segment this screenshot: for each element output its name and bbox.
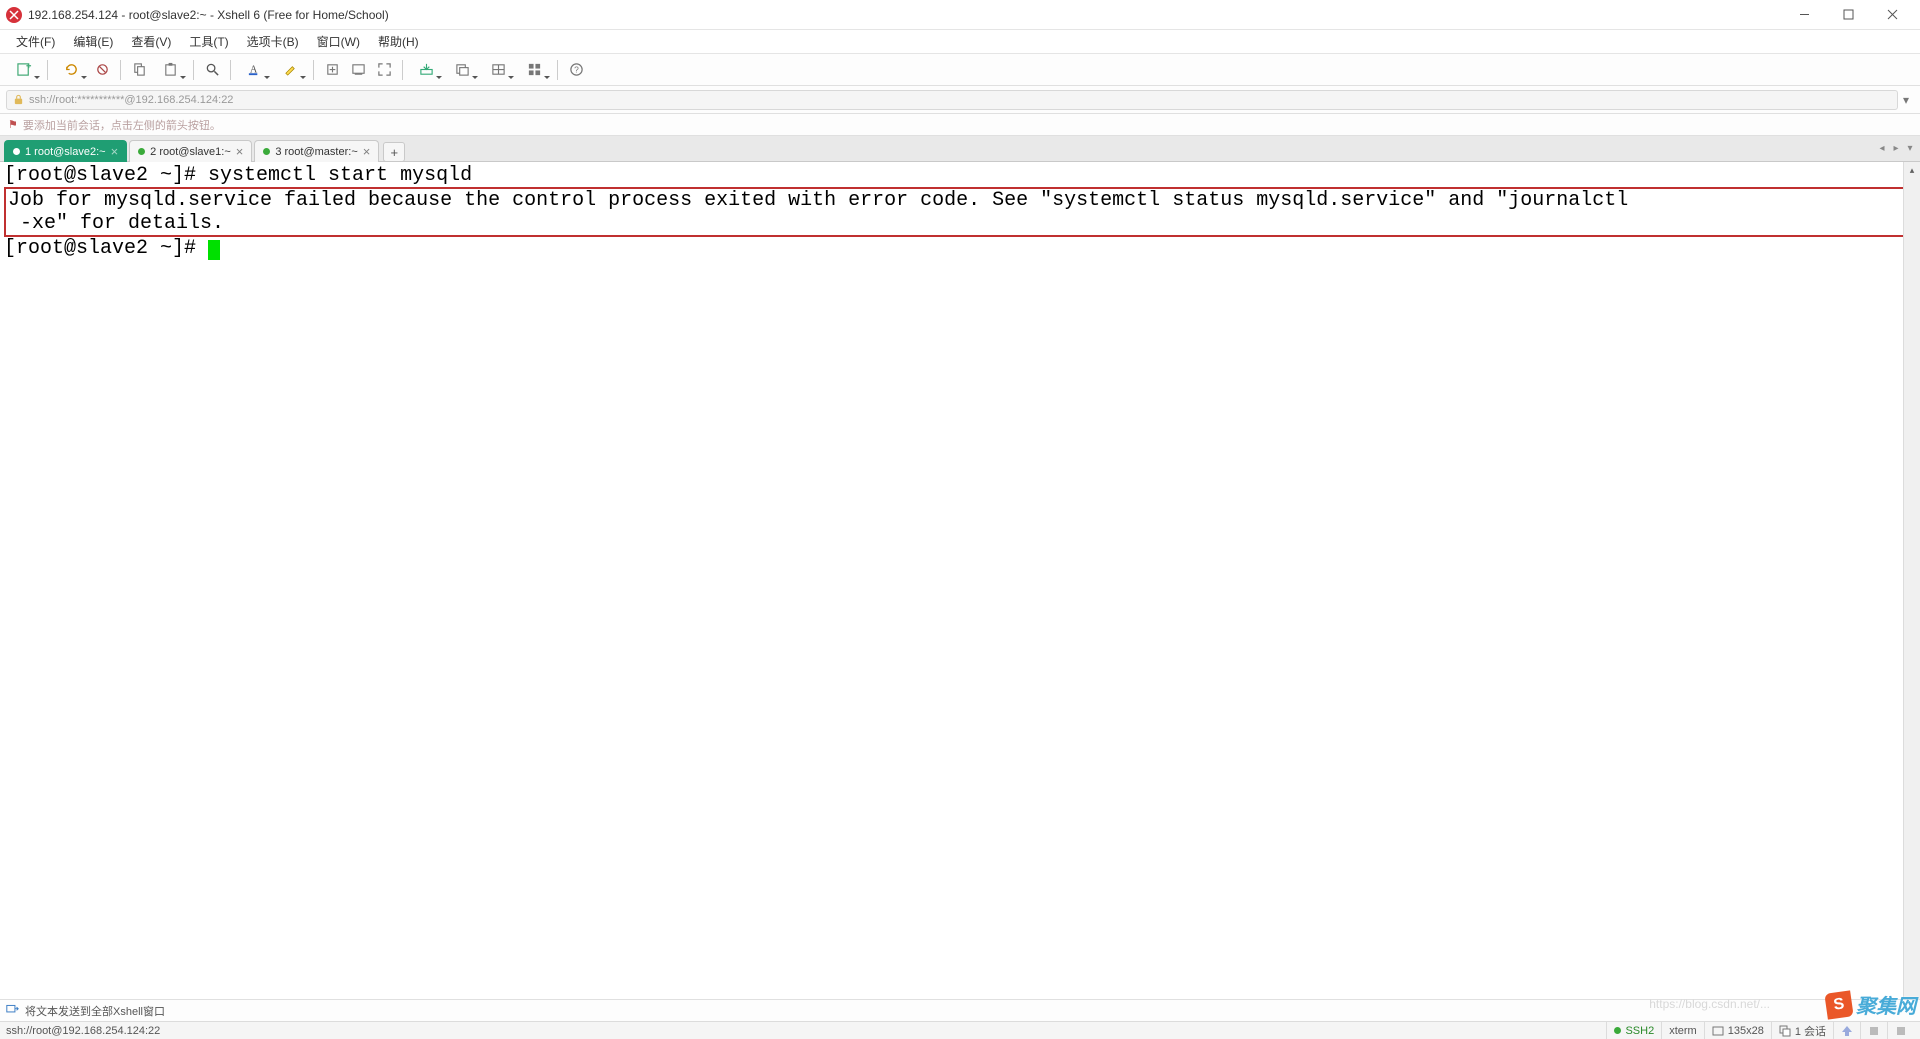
indicator-icon [1895, 1025, 1907, 1037]
hint-text: 要添加当前会话，点击左侧的箭头按钮。 [23, 117, 221, 133]
toolbar-separator [120, 60, 121, 80]
terminal-scrollbar[interactable]: ▴ [1903, 162, 1920, 999]
status-num [1860, 1022, 1887, 1039]
new-session-button[interactable] [7, 58, 41, 82]
tabstrip: 1 root@slave2:~ × 2 root@slave1:~ × 3 ro… [0, 136, 1920, 162]
menu-help[interactable]: 帮助(H) [370, 31, 427, 52]
find-button[interactable] [200, 58, 224, 82]
terminal[interactable]: [root@slave2 ~]# systemctl start mysqld … [0, 162, 1920, 999]
font-color-button[interactable]: A [237, 58, 271, 82]
close-button[interactable] [1870, 1, 1914, 29]
indicator-icon [1841, 1025, 1853, 1037]
transfer-button[interactable] [409, 58, 443, 82]
window-titlebar: 192.168.254.124 - root@slave2:~ - Xshell… [0, 0, 1920, 30]
tabstrip-nav: ◂ ▸ ▾ [1872, 136, 1920, 161]
reconnect-button[interactable] [54, 58, 88, 82]
paste-button[interactable] [153, 58, 187, 82]
menu-view[interactable]: 查看(V) [123, 31, 179, 52]
app-icon [6, 7, 22, 23]
minimize-button[interactable] [1782, 1, 1826, 29]
status-size: 135x28 [1704, 1022, 1771, 1039]
scroll-up-icon[interactable]: ▴ [1904, 162, 1920, 179]
highlight-button[interactable] [273, 58, 307, 82]
toolbar-separator [230, 60, 231, 80]
new-window-button[interactable] [445, 58, 479, 82]
addressbar[interactable]: ssh://root:***********@192.168.254.124:2… [6, 90, 1898, 110]
error-highlight-box: Job for mysqld.service failed because th… [4, 187, 1916, 237]
svg-text:?: ? [574, 64, 579, 74]
addressbar-container: ssh://root:***********@192.168.254.124:2… [0, 86, 1920, 114]
addressbar-dropdown[interactable]: ▾ [1898, 93, 1914, 107]
tab-label: 2 root@slave1:~ [150, 146, 231, 158]
menu-file[interactable]: 文件(F) [8, 31, 63, 52]
status-caps [1833, 1022, 1860, 1039]
menubar: 文件(F) 编辑(E) 查看(V) 工具(T) 选项卡(B) 窗口(W) 帮助(… [0, 30, 1920, 54]
addressbar-text: ssh://root:***********@192.168.254.124:2… [29, 94, 233, 106]
tab-label: 1 root@slave2:~ [25, 146, 106, 158]
send-icon [6, 1003, 19, 1019]
status-dot-icon [263, 148, 270, 155]
terminal-line: [root@slave2 ~]# systemctl start mysqld [4, 164, 472, 187]
menu-edit[interactable]: 编辑(E) [65, 31, 121, 52]
toolbar: A ? [0, 54, 1920, 86]
disconnect-button[interactable] [90, 58, 114, 82]
tab-list-button[interactable]: ▾ [1904, 143, 1916, 154]
tab-next-button[interactable]: ▸ [1890, 143, 1902, 154]
statusbar: ssh://root@192.168.254.124:22 SSH2 xterm… [0, 1021, 1920, 1039]
layout-button[interactable] [481, 58, 515, 82]
tab-close-button[interactable]: × [236, 145, 244, 158]
terminal-line: Job for mysqld.service failed because th… [8, 189, 1628, 212]
tab-prev-button[interactable]: ◂ [1876, 143, 1888, 154]
status-dot-icon [13, 148, 20, 155]
status-termtype: xterm [1661, 1022, 1704, 1039]
lock-icon [13, 94, 24, 105]
copy-button[interactable] [127, 58, 151, 82]
arrange-button[interactable] [517, 58, 551, 82]
status-connection: ssh://root@192.168.254.124:22 [6, 1025, 1606, 1037]
toolbar-separator [402, 60, 403, 80]
toolbar-separator [313, 60, 314, 80]
terminal-wrapper: [root@slave2 ~]# systemctl start mysqld … [0, 162, 1920, 999]
tab-session-2[interactable]: 2 root@slave1:~ × [129, 140, 252, 162]
scroll-lock-button[interactable] [320, 58, 344, 82]
send-bar-text: 将文本发送到全部Xshell窗口 [25, 1003, 165, 1019]
status-sessions: 1 会话 [1771, 1022, 1833, 1039]
fullscreen-button[interactable] [372, 58, 396, 82]
tab-label: 3 root@master:~ [275, 146, 357, 158]
status-ssh: SSH2 [1606, 1022, 1661, 1039]
tab-session-1[interactable]: 1 root@slave2:~ × [4, 140, 127, 162]
indicator-icon [1868, 1025, 1880, 1037]
hint-bar: ⚑ 要添加当前会话，点击左侧的箭头按钮。 [0, 114, 1920, 136]
status-scroll [1887, 1022, 1914, 1039]
ssh-status-icon [1614, 1027, 1621, 1034]
menu-tools[interactable]: 工具(T) [181, 31, 236, 52]
sessions-icon [1779, 1025, 1791, 1037]
toolbar-separator [193, 60, 194, 80]
terminal-prompt: [root@slave2 ~]# [4, 237, 208, 260]
window-title: 192.168.254.124 - root@slave2:~ - Xshell… [28, 8, 389, 22]
help-button[interactable]: ? [564, 58, 588, 82]
status-dot-icon [138, 148, 145, 155]
toolbar-separator [47, 60, 48, 80]
terminal-line: -xe" for details. [8, 212, 224, 235]
size-icon [1712, 1025, 1724, 1037]
tab-close-button[interactable]: × [111, 145, 119, 158]
tab-close-button[interactable]: × [363, 145, 371, 158]
send-to-all-bar[interactable]: 将文本发送到全部Xshell窗口 [0, 999, 1920, 1021]
maximize-button[interactable] [1826, 1, 1870, 29]
tab-session-3[interactable]: 3 root@master:~ × [254, 140, 379, 162]
clear-screen-button[interactable] [346, 58, 370, 82]
tab-add-button[interactable]: + [383, 142, 405, 162]
menu-window[interactable]: 窗口(W) [309, 31, 368, 52]
toolbar-separator [557, 60, 558, 80]
flag-icon: ⚑ [8, 118, 18, 131]
cursor [208, 240, 220, 260]
menu-tab[interactable]: 选项卡(B) [239, 31, 307, 52]
